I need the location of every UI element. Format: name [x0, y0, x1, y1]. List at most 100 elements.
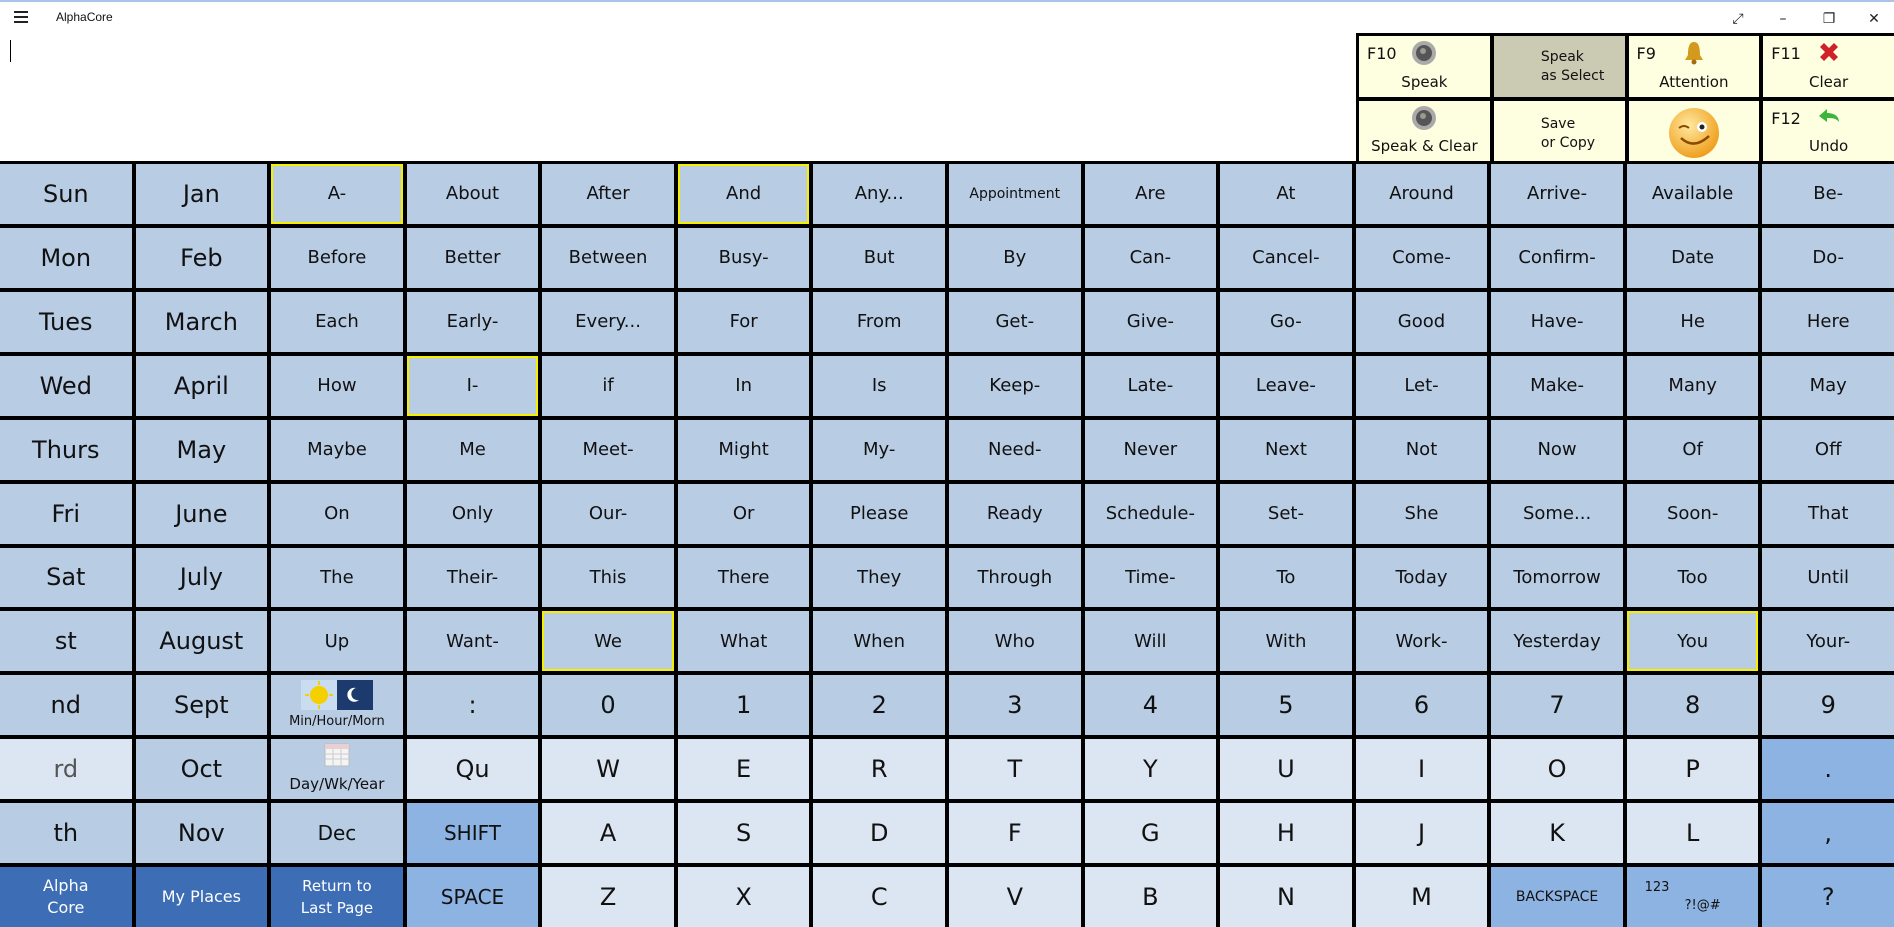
key-do[interactable]: Do- — [1762, 227, 1894, 288]
key-this[interactable]: This — [542, 547, 674, 608]
key-th[interactable]: th — [0, 803, 132, 864]
key-each[interactable]: Each — [271, 291, 403, 352]
key-are[interactable]: Are — [1084, 164, 1217, 224]
key-good[interactable]: Good — [1355, 291, 1488, 352]
key-late[interactable]: Late- — [1084, 355, 1217, 416]
key-is[interactable]: Is — [813, 355, 945, 416]
key-space[interactable]: SPACE — [406, 867, 539, 927]
key-yesterday[interactable]: Yesterday — [1491, 611, 1623, 672]
key-dec[interactable]: Dec — [271, 803, 403, 864]
key-be[interactable]: Be- — [1762, 164, 1894, 224]
emoji-button[interactable] — [1628, 100, 1760, 161]
key-july[interactable]: July — [135, 547, 268, 608]
key-will[interactable]: Will — [1084, 611, 1217, 672]
key-need[interactable]: Need- — [948, 419, 1081, 480]
key-i[interactable]: I — [1355, 739, 1488, 800]
key-p[interactable]: P — [1626, 739, 1759, 800]
key-backspace[interactable]: BACKSPACE — [1491, 867, 1623, 927]
key-have[interactable]: Have- — [1491, 291, 1623, 352]
key-z[interactable]: Z — [542, 867, 674, 927]
key-who[interactable]: Who — [948, 611, 1081, 672]
key-come[interactable]: Come- — [1355, 227, 1488, 288]
key-march[interactable]: March — [135, 291, 268, 352]
key-can[interactable]: Can- — [1084, 227, 1217, 288]
key-j[interactable]: J — [1355, 803, 1488, 864]
key-for[interactable]: For — [677, 291, 810, 352]
key-that[interactable]: That — [1762, 483, 1894, 544]
key-f[interactable]: F — [948, 803, 1081, 864]
speak-and-clear-button[interactable]: Speak & Clear — [1359, 100, 1490, 161]
key-early[interactable]: Early- — [406, 291, 539, 352]
key-shift[interactable]: SHIFT — [406, 803, 539, 864]
key-6[interactable]: 6 — [1355, 675, 1488, 736]
message-text-area[interactable] — [0, 34, 1356, 160]
key-let[interactable]: Let- — [1355, 355, 1488, 416]
key-after[interactable]: After — [542, 164, 674, 224]
key-alpha-core[interactable]: Alpha Core — [0, 867, 132, 927]
key-until[interactable]: Until — [1762, 547, 1894, 608]
key-maybe[interactable]: Maybe — [271, 419, 403, 480]
key-ready[interactable]: Ready — [948, 483, 1081, 544]
key-date[interactable]: Date — [1626, 227, 1759, 288]
key-he[interactable]: He — [1626, 291, 1759, 352]
key-what[interactable]: What — [677, 611, 810, 672]
key-n[interactable]: N — [1220, 867, 1352, 927]
key-8[interactable]: 8 — [1626, 675, 1759, 736]
key-some[interactable]: Some... — [1491, 483, 1623, 544]
key-o[interactable]: O — [1491, 739, 1623, 800]
key-not[interactable]: Not — [1355, 419, 1488, 480]
key-b[interactable]: B — [1084, 867, 1217, 927]
key-to[interactable]: To — [1220, 547, 1352, 608]
key-r[interactable]: R — [813, 739, 945, 800]
key-give[interactable]: Give- — [1084, 291, 1217, 352]
key-soon[interactable]: Soon- — [1626, 483, 1759, 544]
key-keep[interactable]: Keep- — [948, 355, 1081, 416]
key-before[interactable]: Before — [271, 227, 403, 288]
key-wed[interactable]: Wed — [0, 355, 132, 416]
hamburger-menu-icon[interactable] — [14, 11, 28, 23]
key-with[interactable]: With — [1220, 611, 1352, 672]
key-g[interactable]: G — [1084, 803, 1217, 864]
key-june[interactable]: June — [135, 483, 268, 544]
key-min-hour-morn[interactable]: Min/Hour/Morn — [271, 675, 403, 736]
key-busy[interactable]: Busy- — [677, 227, 810, 288]
key-they[interactable]: They — [813, 547, 945, 608]
speak-button[interactable]: F10 Speak — [1359, 36, 1490, 97]
key-here[interactable]: Here — [1762, 291, 1894, 352]
key-by[interactable]: By — [948, 227, 1081, 288]
key-around[interactable]: Around — [1355, 164, 1488, 224]
key-v[interactable]: V — [948, 867, 1081, 927]
key-off[interactable]: Off — [1762, 419, 1894, 480]
key-get[interactable]: Get- — [948, 291, 1081, 352]
key-better[interactable]: Better — [406, 227, 539, 288]
key-jan[interactable]: Jan — [135, 164, 268, 224]
close-icon[interactable]: ✕ — [1854, 6, 1894, 32]
key-and[interactable]: And — [677, 164, 810, 224]
key-go[interactable]: Go- — [1220, 291, 1352, 352]
key-may[interactable]: May — [1762, 355, 1894, 416]
key-many[interactable]: Many — [1626, 355, 1759, 416]
key-up[interactable]: Up — [271, 611, 403, 672]
key-sept[interactable]: Sept — [135, 675, 268, 736]
key-my[interactable]: My- — [813, 419, 945, 480]
key-symbol[interactable]: ? — [1762, 867, 1894, 927]
key-day-wk-year[interactable]: Day/Wk/Year — [271, 739, 403, 800]
key-of[interactable]: Of — [1626, 419, 1759, 480]
key-want[interactable]: Want- — [406, 611, 539, 672]
key-between[interactable]: Between — [542, 227, 674, 288]
key-tomorrow[interactable]: Tomorrow — [1491, 547, 1623, 608]
key-august[interactable]: August — [135, 611, 268, 672]
key-today[interactable]: Today — [1355, 547, 1488, 608]
expand-icon[interactable]: ⤢ — [1718, 6, 1758, 32]
key-in[interactable]: In — [677, 355, 810, 416]
key-if[interactable]: if — [542, 355, 674, 416]
key-the[interactable]: The — [271, 547, 403, 608]
clear-button[interactable]: F11 Clear — [1763, 36, 1894, 97]
key-meet[interactable]: Meet- — [542, 419, 674, 480]
key-4[interactable]: 4 — [1084, 675, 1217, 736]
restore-icon[interactable]: ❐ — [1809, 6, 1849, 32]
key-arrive[interactable]: Arrive- — [1491, 164, 1623, 224]
key-may[interactable]: May — [135, 419, 268, 480]
key-now[interactable]: Now — [1491, 419, 1623, 480]
key-leave[interactable]: Leave- — [1220, 355, 1352, 416]
